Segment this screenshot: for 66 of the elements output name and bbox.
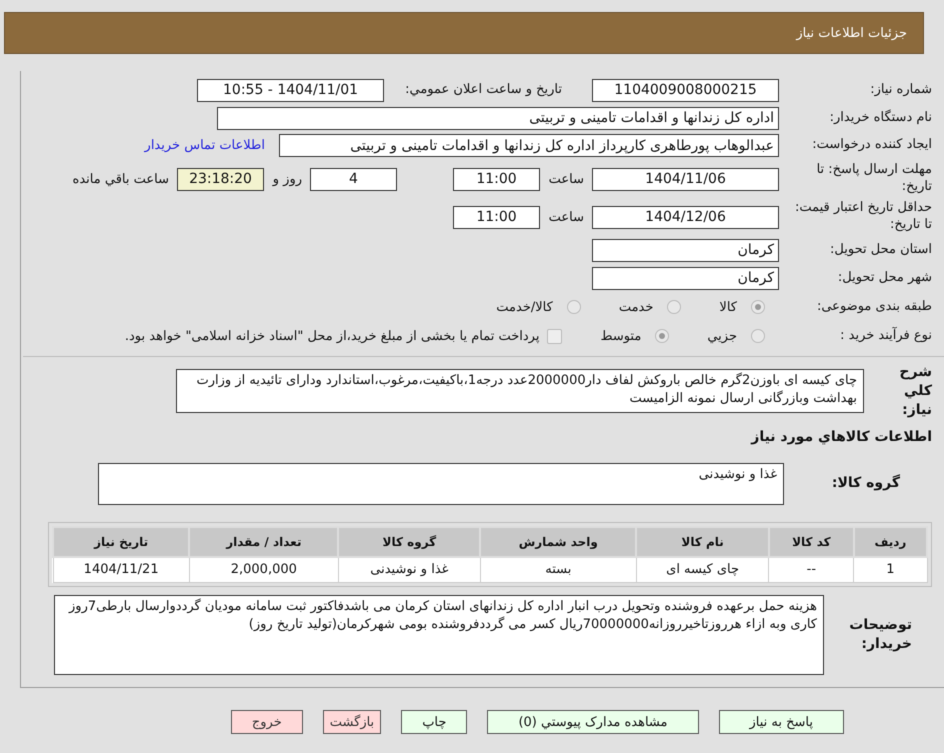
field-label: طبقه بندی موضوعی: <box>816 298 932 316</box>
field-label: نام دستگاه خریدار: <box>828 110 932 126</box>
action-button[interactable]: پاسخ به نیاز <box>718 710 844 734</box>
radio-button[interactable] <box>751 329 765 343</box>
radio-button[interactable] <box>566 300 581 314</box>
column-header: واحد شمارش <box>480 526 636 557</box>
need-number-field[interactable]: 1104009008000215 <box>592 78 779 102</box>
section-title: اطلاعات کالاهاي مورد نياز <box>751 428 932 445</box>
buyer-notes-field[interactable]: هزینه حمل برعهده فروشنده وتحویل درب انبار اداره کل زندانهای استان کرمان می باشدفاکتور ثبت سامانه مودیان گرددوارسال بارطی7روز کاری وبه ازاء هرروزتاخیرروزانه70000000ریال کسر می گرددفروشنده بومی شهرکرمان(تولید تاریخ روز) <box>54 595 824 676</box>
field-label: تاریخ و ساعت اعلان عمومي: <box>404 82 562 98</box>
radio-label: کالا <box>719 300 737 314</box>
checkbox-label: پرداخت تمام یا بخشی از مبلغ خرید،از محل "اسناد خزانه اسلامی" خواهد بود. <box>124 328 540 344</box>
deadline-time-field[interactable]: 11:00 <box>453 168 540 190</box>
checkbox[interactable] <box>547 328 562 344</box>
days-field[interactable]: 4 <box>310 168 397 190</box>
days-label: روز و <box>272 172 302 186</box>
deadline-date-field[interactable]: 1404/11/06 <box>592 168 779 190</box>
contact-link[interactable]: اطلاعات تماس خریدار <box>144 138 265 153</box>
creator-field[interactable]: عبدالوهاب پورطاهری کارپرداز اداره کل زندانها و اقدامات تامینی و تربیتی <box>279 134 779 157</box>
validity-date-field[interactable]: 1404/12/06 <box>592 206 779 228</box>
radio-button[interactable] <box>655 329 670 343</box>
action-button[interactable]: مشاهده مدارک پیوستي (0) <box>487 710 698 734</box>
action-button[interactable]: چاپ <box>401 710 468 734</box>
column-header: تاریخ نیاز <box>53 526 190 557</box>
action-button[interactable]: بازگشت <box>322 710 382 734</box>
radio-label: خدمت <box>618 300 654 314</box>
field-label: توضیحات خریدار: <box>848 616 913 654</box>
countdown-field: 23:18:20 <box>177 168 264 190</box>
field-label: استان محل تحویل: <box>829 242 932 258</box>
column-header: گروه کالا <box>338 526 480 557</box>
column-header: نام کالا <box>636 526 769 557</box>
field-label: شرح کلي نياز: <box>898 363 932 420</box>
radio-label: کالا/خدمت <box>496 300 553 314</box>
buyer-name-field[interactable]: اداره کل زندانها و اقدامات تامینی و تربیتی <box>217 106 779 130</box>
goods-group-field[interactable]: غذا و نوشیدنی <box>98 462 784 505</box>
time-label: ساعت <box>548 210 584 224</box>
table-cell: بسته <box>480 556 636 583</box>
field-label: ایجاد کننده درخواست: <box>811 137 932 154</box>
table-cell: غذا و نوشیدنی <box>338 556 480 583</box>
city-field[interactable]: کرمان <box>592 266 779 290</box>
column-header: تعداد / مقدار <box>189 526 338 557</box>
radio-label: جزيي <box>707 328 737 344</box>
table-cell: 1404/11/21 <box>53 556 190 583</box>
column-header: ردیف <box>854 526 927 557</box>
field-label: گروه کالا: <box>830 474 901 494</box>
radio-button[interactable] <box>667 300 682 314</box>
field-label: مهلت ارسال پاسخ: تا تاریخ: <box>816 162 932 196</box>
action-button[interactable]: خروج <box>230 710 303 734</box>
table-cell: 2,000,000 <box>189 556 338 583</box>
radio-label: متوسط <box>600 328 642 344</box>
column-header: کد کالا <box>768 526 854 557</box>
field-label: نوع فرآیند خرید : <box>839 328 932 344</box>
field-label: شماره نیاز: <box>869 82 932 98</box>
radio-button[interactable] <box>751 300 765 314</box>
description-field[interactable]: چای کیسه ای باوزن2گرم خالص باروکش لفاف دار2000000عدد درجه1،باکیفیت،مرغوب،استاندارد ودارای تائیدیه از وزارت بهداشت وبازرگانی ارسال نمونه الزامیست <box>176 369 864 414</box>
province-field[interactable]: کرمان <box>592 238 779 262</box>
page-title: جزئیات اطلاعات نیاز <box>796 26 907 40</box>
validity-time-field[interactable]: 11:00 <box>453 206 540 228</box>
table-cell: چای کیسه ای <box>636 556 769 583</box>
announce-date-field[interactable]: 1404/11/01 - 10:55 <box>197 78 384 102</box>
field-label: شهر محل تحویل: <box>836 270 932 286</box>
remaining-label: ساعت باقي مانده <box>72 172 169 186</box>
table-cell: -- <box>768 556 854 583</box>
field-label: حداقل تاریخ اعتبار قیمت: تا تاریخ: <box>794 200 932 234</box>
table-cell: 1 <box>854 556 927 583</box>
time-label: ساعت <box>548 172 584 186</box>
